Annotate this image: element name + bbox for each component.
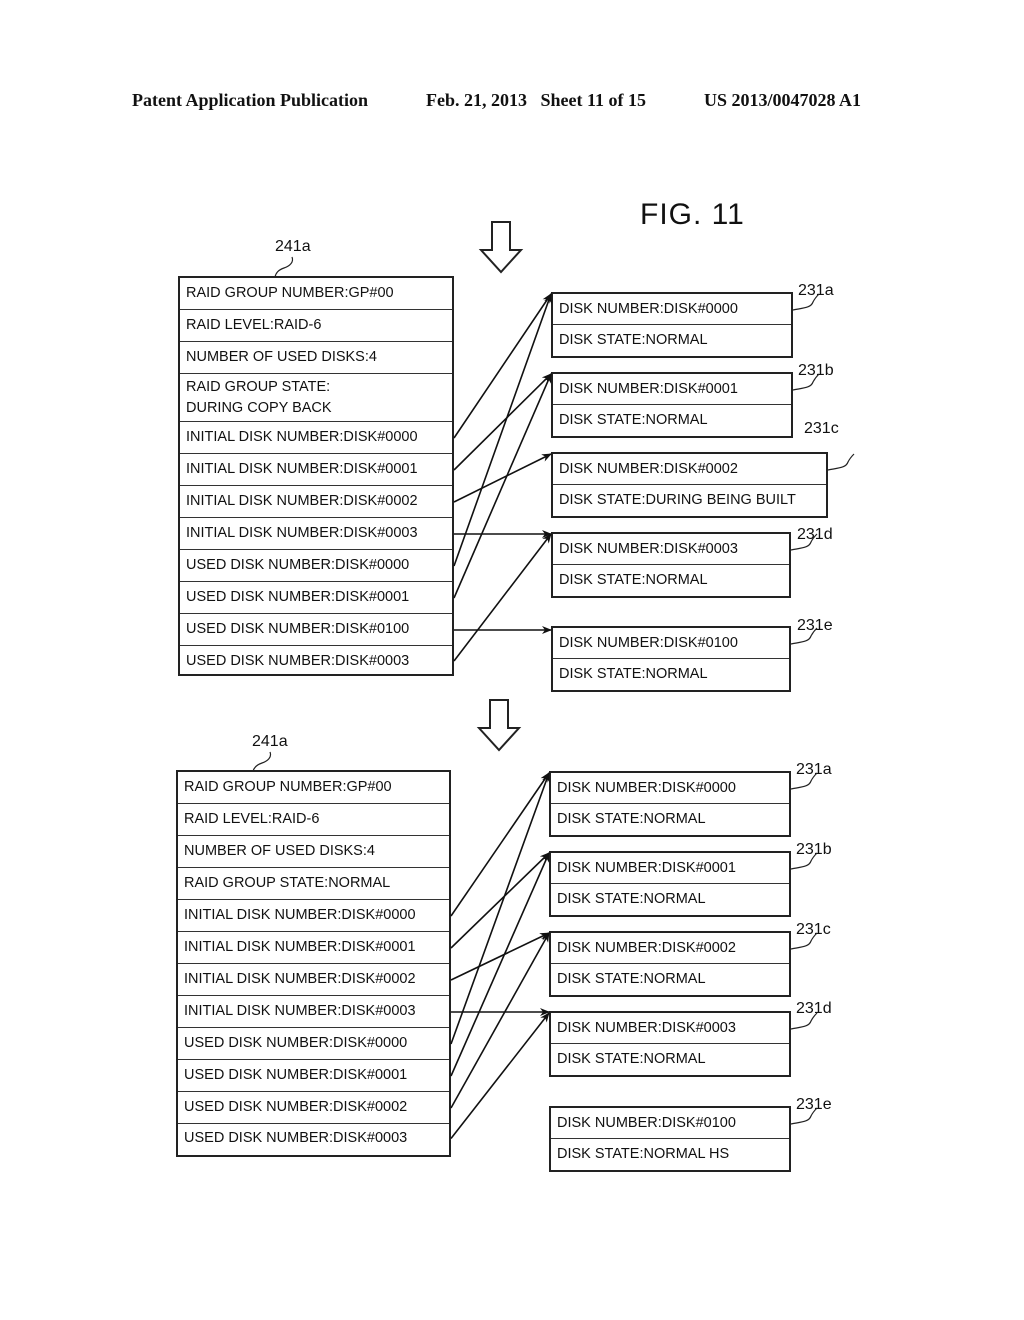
mapping-arrow <box>450 932 550 1109</box>
disk-number-row: DISK NUMBER:DISK#0001 <box>551 853 789 884</box>
group-row: INITIAL DISK NUMBER:DISK#0001 <box>178 932 449 964</box>
disk-table: DISK NUMBER:DISK#0001 DISK STATE:NORMAL <box>549 851 791 917</box>
group-row: RAID GROUP STATE:NORMAL <box>178 868 449 900</box>
group-row: USED DISK NUMBER:DISK#0001 <box>180 582 452 614</box>
disk-number-row: DISK NUMBER:DISK#0002 <box>551 933 789 964</box>
group-row: USED DISK NUMBER:DISK#0000 <box>178 1028 449 1060</box>
disk-table: DISK NUMBER:DISK#0100 DISK STATE:NORMAL <box>551 626 791 692</box>
group-row: RAID GROUP NUMBER:GP#00 <box>178 772 449 804</box>
disk-state-row: DISK STATE:NORMAL <box>557 1051 706 1067</box>
group-row: INITIAL DISK NUMBER:DISK#0002 <box>180 486 452 518</box>
disk-ref-label: 231c <box>804 420 839 437</box>
group-row: NUMBER OF USED DISKS:4 <box>178 836 449 868</box>
group-row: USED DISK NUMBER:DISK#0100 <box>180 614 452 646</box>
patent-header: Patent Application Publication Feb. 21, … <box>0 90 1024 114</box>
disk-table: DISK NUMBER:DISK#0003 DISK STATE:NORMAL <box>549 1011 791 1077</box>
disk-state-row: DISK STATE:NORMAL <box>559 572 708 588</box>
publication-number: US 2013/0047028 A1 <box>704 90 862 110</box>
group-row: USED DISK NUMBER:DISK#0003 <box>186 652 410 669</box>
disk-ref-label: 231a <box>796 761 832 778</box>
disk-state-row: DISK STATE:NORMAL <box>559 666 708 682</box>
connector-overlay <box>252 221 855 1139</box>
disk-number-row: DISK NUMBER:DISK#0002 <box>553 454 826 485</box>
disk-ref-label: 231b <box>798 362 834 379</box>
leader-line <box>252 751 272 772</box>
disk-table: DISK NUMBER:DISK#0001 DISK STATE:NORMAL <box>551 372 793 438</box>
group-row: INITIAL DISK NUMBER:DISK#0002 <box>178 964 449 996</box>
leader-line <box>827 453 855 471</box>
group-row: RAID LEVEL:RAID-6 <box>180 310 452 342</box>
disk-table: DISK NUMBER:DISK#0003 DISK STATE:NORMAL <box>551 532 791 598</box>
group-row: INITIAL DISK NUMBER:DISK#0001 <box>180 454 452 486</box>
transition-arrow-icon <box>478 221 524 274</box>
disk-state-row: DISK STATE:NORMAL <box>557 891 706 907</box>
disk-ref-label: 231a <box>798 282 834 299</box>
disk-table: DISK NUMBER:DISK#0000 DISK STATE:NORMAL <box>551 292 793 358</box>
disk-state-row: DISK STATE:DURING BEING BUILT <box>559 492 796 508</box>
disk-state-row: DISK STATE:NORMAL <box>559 412 708 428</box>
disk-number-row: DISK NUMBER:DISK#0003 <box>551 1013 789 1044</box>
raid-group-table: RAID GROUP NUMBER:GP#00 RAID LEVEL:RAID-6… <box>176 770 451 1157</box>
group-ref-label: 241a <box>275 238 311 255</box>
group-row: INITIAL DISK NUMBER:DISK#0003 <box>180 518 452 550</box>
group-row: RAID GROUP STATE: DURING COPY BACK <box>180 374 452 422</box>
group-row: RAID GROUP NUMBER:GP#00 <box>180 278 452 310</box>
group-row: INITIAL DISK NUMBER:DISK#0000 <box>178 900 449 932</box>
group-row: USED DISK NUMBER:DISK#0003 <box>184 1130 408 1146</box>
date-sheet-label: Feb. 21, 2013 Sheet 11 of 15 <box>426 90 646 110</box>
disk-state-row: DISK STATE:NORMAL <box>557 811 706 827</box>
publication-label: Patent Application Publication <box>132 90 369 110</box>
disk-number-row: DISK NUMBER:DISK#0100 <box>553 628 789 659</box>
group-row: USED DISK NUMBER:DISK#0002 <box>178 1092 449 1124</box>
disk-number-row: DISK NUMBER:DISK#0000 <box>553 294 791 325</box>
group-row: INITIAL DISK NUMBER:DISK#0003 <box>178 996 449 1028</box>
disk-state-row: DISK STATE:NORMAL <box>559 332 708 348</box>
disk-ref-label: 231e <box>797 617 833 634</box>
mapping-arrow <box>450 852 550 1077</box>
mapping-arrow <box>453 293 552 567</box>
mapping-arrow <box>450 1012 550 1139</box>
mapping-arrow <box>450 852 550 949</box>
disk-ref-label: 231d <box>796 1000 832 1017</box>
disk-number-row: DISK NUMBER:DISK#0100 <box>551 1108 789 1139</box>
disk-ref-label: 231e <box>796 1096 832 1113</box>
raid-group-table: RAID GROUP NUMBER:GP#00 RAID LEVEL:RAID-6… <box>178 276 454 676</box>
disk-state-row: DISK STATE:NORMAL HS <box>557 1146 730 1162</box>
disk-table: DISK NUMBER:DISK#0100 DISK STATE:NORMAL H… <box>549 1106 791 1172</box>
disk-number-row: DISK NUMBER:DISK#0001 <box>553 374 791 405</box>
disk-ref-label: 231d <box>797 526 833 543</box>
mapping-arrow <box>453 373 552 599</box>
disk-number-row: DISK NUMBER:DISK#0003 <box>553 534 789 565</box>
figure-title: FIG. 11 <box>640 198 745 231</box>
disk-ref-label: 231b <box>796 841 832 858</box>
disk-ref-label: 231c <box>796 921 831 938</box>
group-row: INITIAL DISK NUMBER:DISK#0000 <box>180 422 452 454</box>
disk-table: DISK NUMBER:DISK#0002 DISK STATE:DURING B… <box>551 452 828 518</box>
mapping-arrow <box>450 772 550 1045</box>
mapping-arrow <box>453 293 552 439</box>
mapping-arrow <box>453 373 552 471</box>
mapping-arrow <box>450 772 550 917</box>
group-row: NUMBER OF USED DISKS:4 <box>180 342 452 374</box>
disk-table: DISK NUMBER:DISK#0002 DISK STATE:NORMAL <box>549 931 791 997</box>
group-row: RAID LEVEL:RAID-6 <box>178 804 449 836</box>
group-ref-label: 241a <box>252 733 288 750</box>
disk-state-row: DISK STATE:NORMAL <box>557 971 706 987</box>
disk-number-row: DISK NUMBER:DISK#0000 <box>551 773 789 804</box>
mapping-arrow <box>453 453 552 503</box>
leader-line <box>274 256 294 278</box>
group-row: USED DISK NUMBER:DISK#0001 <box>178 1060 449 1092</box>
disk-table: DISK NUMBER:DISK#0000 DISK STATE:NORMAL <box>549 771 791 837</box>
mapping-arrow <box>453 533 552 662</box>
group-row: USED DISK NUMBER:DISK#0000 <box>180 550 452 582</box>
transition-arrow-icon <box>476 699 522 752</box>
mapping-arrow <box>450 932 550 981</box>
